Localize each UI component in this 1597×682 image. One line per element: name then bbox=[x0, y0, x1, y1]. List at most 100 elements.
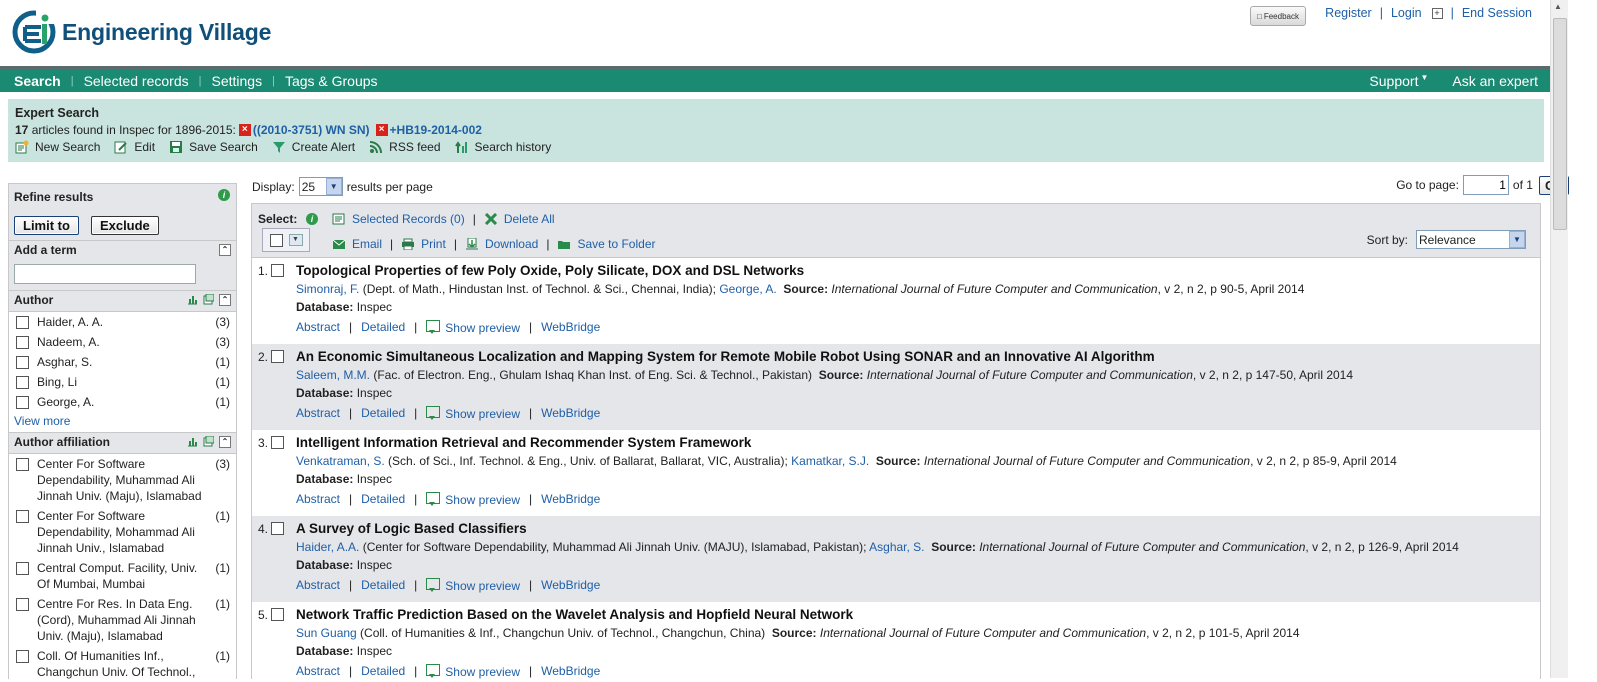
facet-checkbox[interactable] bbox=[16, 336, 29, 349]
webbridge-link[interactable]: WebBridge bbox=[541, 578, 600, 592]
limit-to-button[interactable]: Limit to bbox=[14, 215, 79, 235]
facet-item[interactable]: George, A. (1) bbox=[9, 392, 236, 412]
facet-item[interactable]: Centre For Res. In Data Eng. (Cord), Muh… bbox=[9, 594, 236, 646]
register-link[interactable]: Register bbox=[1325, 6, 1372, 20]
collapse-icon[interactable]: ⌃ bbox=[219, 244, 231, 256]
selected-records-link[interactable]: Selected Records (0) bbox=[332, 212, 465, 226]
new-search-button[interactable]: New Search bbox=[15, 140, 100, 154]
facet-checkbox[interactable] bbox=[16, 396, 29, 409]
record-checkbox[interactable] bbox=[271, 264, 284, 277]
facet-checkbox[interactable] bbox=[16, 510, 29, 523]
engineering-village-logo[interactable]: Engineering Village bbox=[12, 10, 271, 54]
select-all-control[interactable]: ▼ bbox=[262, 228, 310, 252]
info-icon[interactable]: i bbox=[218, 189, 230, 201]
facet-checkbox[interactable] bbox=[16, 376, 29, 389]
abstract-link[interactable]: Abstract bbox=[296, 664, 340, 678]
facet-checkbox[interactable] bbox=[16, 356, 29, 369]
facet-checkbox[interactable] bbox=[16, 562, 29, 575]
show-preview-link[interactable]: Show preview bbox=[426, 577, 520, 593]
vertical-scrollbar[interactable]: ▲ bbox=[1550, 0, 1568, 678]
remove-term-icon[interactable]: × bbox=[375, 124, 388, 136]
email-link[interactable]: Email bbox=[332, 237, 382, 251]
facet-item[interactable]: Asghar, S. (1) bbox=[9, 352, 236, 372]
author-link[interactable]: Saleem, M.M. bbox=[296, 368, 370, 382]
author-link[interactable]: Asghar, S. bbox=[869, 540, 924, 554]
record-title[interactable]: A Survey of Logic Based Classifiers bbox=[296, 516, 1540, 538]
abstract-link[interactable]: Abstract bbox=[296, 578, 340, 592]
search-term-1[interactable]: ((2010-3751) WN SN) bbox=[253, 123, 370, 137]
remove-term-icon[interactable]: × bbox=[238, 124, 251, 136]
nav-ask-expert[interactable]: Ask an expert bbox=[1440, 73, 1550, 89]
search-term-2[interactable]: HB19-2014-002 bbox=[397, 123, 482, 137]
save-search-button[interactable]: Save Search bbox=[169, 140, 258, 154]
show-preview-link[interactable]: Show preview bbox=[426, 491, 520, 507]
rss-feed-button[interactable]: RSS feed bbox=[369, 140, 441, 154]
author-link[interactable]: Simonraj, F. bbox=[296, 282, 359, 296]
info-icon[interactable]: i bbox=[306, 213, 318, 225]
webbridge-link[interactable]: WebBridge bbox=[541, 492, 600, 506]
feedback-button[interactable]: □ Feedback bbox=[1250, 6, 1306, 26]
webbridge-link[interactable]: WebBridge bbox=[541, 406, 600, 420]
facet-item[interactable]: Haider, A. A. (3) bbox=[9, 312, 236, 332]
abstract-link[interactable]: Abstract bbox=[296, 492, 340, 506]
abstract-link[interactable]: Abstract bbox=[296, 406, 340, 420]
show-preview-link[interactable]: Show preview bbox=[426, 319, 520, 335]
author-link[interactable]: Venkatraman, S. bbox=[296, 454, 385, 468]
record-checkbox[interactable] bbox=[271, 350, 284, 363]
facet-item[interactable]: Bing, Li (1) bbox=[9, 372, 236, 392]
record-checkbox[interactable] bbox=[271, 522, 284, 535]
download-link[interactable]: Download bbox=[465, 237, 538, 251]
login-link[interactable]: Login bbox=[1391, 6, 1422, 20]
show-preview-link[interactable]: Show preview bbox=[426, 405, 520, 421]
author-link[interactable]: Sun Guang bbox=[296, 626, 357, 640]
facet-item[interactable]: Center For Software Dependability, Muham… bbox=[9, 454, 236, 506]
facet-item[interactable]: Nadeem, A. (3) bbox=[9, 332, 236, 352]
page-input[interactable] bbox=[1462, 175, 1509, 195]
detailed-link[interactable]: Detailed bbox=[361, 492, 405, 506]
add-term-input[interactable] bbox=[14, 264, 196, 284]
facet-checkbox[interactable] bbox=[16, 316, 29, 329]
facet-checkbox[interactable] bbox=[16, 598, 29, 611]
nav-settings[interactable]: Settings bbox=[201, 73, 272, 89]
detailed-link[interactable]: Detailed bbox=[361, 578, 405, 592]
facet-checkbox[interactable] bbox=[16, 458, 29, 471]
collapse-icon[interactable]: ⌃ bbox=[219, 294, 231, 306]
facet-item[interactable]: Coll. Of Humanities Inf., Changchun Univ… bbox=[9, 646, 236, 682]
print-link[interactable]: Print bbox=[401, 237, 446, 251]
exclude-button[interactable]: Exclude bbox=[90, 215, 159, 235]
delete-all-link[interactable]: Delete All bbox=[484, 212, 555, 226]
view-more-link[interactable]: View more bbox=[9, 412, 236, 432]
detailed-link[interactable]: Detailed bbox=[361, 664, 405, 678]
show-preview-link[interactable]: Show preview bbox=[426, 663, 520, 679]
record-title[interactable]: Topological Properties of few Poly Oxide… bbox=[296, 258, 1540, 280]
create-alert-button[interactable]: Create Alert bbox=[272, 140, 355, 154]
scroll-up-icon[interactable]: ▲ bbox=[1554, 2, 1562, 11]
author-link[interactable]: Haider, A.A. bbox=[296, 540, 359, 554]
author-link[interactable]: Kamatkar, S.J. bbox=[791, 454, 869, 468]
chevron-down-icon[interactable]: ▼ bbox=[288, 234, 303, 246]
record-checkbox[interactable] bbox=[271, 608, 284, 621]
record-title[interactable]: Network Traffic Prediction Based on the … bbox=[296, 602, 1540, 624]
facet-item[interactable]: Central Comput. Facility, Univ. Of Mumba… bbox=[9, 558, 236, 594]
facet-item[interactable]: Center For Software Dependability, Moham… bbox=[9, 506, 236, 558]
bar-chart-icon[interactable] bbox=[187, 294, 198, 305]
detailed-link[interactable]: Detailed bbox=[361, 406, 405, 420]
record-checkbox[interactable] bbox=[271, 436, 284, 449]
collapse-icon[interactable]: ⌃ bbox=[219, 436, 231, 448]
record-title[interactable]: An Economic Simultaneous Localization an… bbox=[296, 344, 1540, 366]
nav-selected-records[interactable]: Selected records bbox=[74, 73, 199, 89]
bar-chart-icon[interactable] bbox=[187, 436, 198, 447]
expand-icon[interactable]: + bbox=[1431, 7, 1443, 19]
search-history-button[interactable]: Search history bbox=[454, 140, 551, 154]
record-title[interactable]: Intelligent Information Retrieval and Re… bbox=[296, 430, 1540, 452]
nav-search[interactable]: Search bbox=[0, 73, 71, 89]
abstract-link[interactable]: Abstract bbox=[296, 320, 340, 334]
nav-support[interactable]: Support ▼ bbox=[1357, 73, 1440, 89]
webbridge-link[interactable]: WebBridge bbox=[541, 664, 600, 678]
select-all-checkbox[interactable] bbox=[269, 233, 283, 247]
save-folder-link[interactable]: Save to Folder bbox=[557, 237, 656, 251]
edit-button[interactable]: Edit bbox=[114, 140, 155, 154]
detailed-link[interactable]: Detailed bbox=[361, 320, 405, 334]
webbridge-link[interactable]: WebBridge bbox=[541, 320, 600, 334]
export-icon[interactable] bbox=[203, 294, 214, 305]
